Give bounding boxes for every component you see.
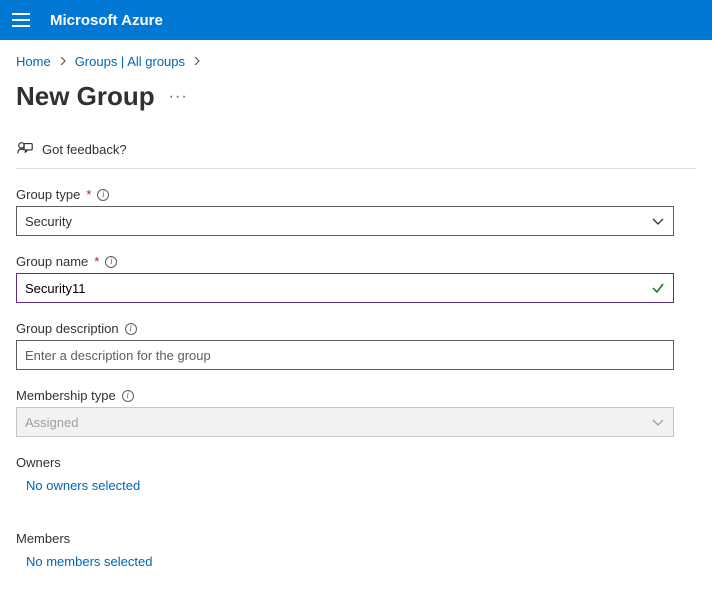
- hamburger-menu-icon[interactable]: [12, 13, 30, 27]
- members-link[interactable]: No members selected: [16, 554, 152, 569]
- breadcrumb-home[interactable]: Home: [16, 54, 51, 69]
- feedback-button[interactable]: Got feedback?: [16, 140, 696, 169]
- owners-link[interactable]: No owners selected: [16, 478, 140, 493]
- owners-heading: Owners: [16, 455, 696, 470]
- group-description-label: Group description: [16, 321, 119, 336]
- membership-type-label: Membership type: [16, 388, 116, 403]
- chevron-right-icon: [193, 56, 201, 68]
- group-description-input-wrapper: [16, 340, 674, 370]
- members-heading: Members: [16, 531, 696, 546]
- new-group-form: Group type * i Security Group name * i: [16, 187, 696, 589]
- brand-label[interactable]: Microsoft Azure: [50, 12, 163, 29]
- title-row: New Group ···: [16, 81, 696, 112]
- more-actions-button[interactable]: ···: [169, 88, 188, 106]
- group-name-input-wrapper: [16, 273, 674, 303]
- group-type-select[interactable]: Security: [16, 206, 674, 236]
- group-description-input[interactable]: [25, 341, 665, 369]
- azure-topbar: Microsoft Azure: [0, 0, 712, 40]
- required-indicator: *: [86, 187, 91, 202]
- chevron-down-icon: [651, 214, 665, 228]
- info-icon[interactable]: i: [105, 256, 117, 268]
- info-icon[interactable]: i: [125, 323, 137, 335]
- chevron-down-icon: [651, 415, 665, 429]
- field-membership-type: Membership type i Assigned: [16, 388, 696, 437]
- group-type-label: Group type: [16, 187, 80, 202]
- membership-type-value: Assigned: [25, 415, 78, 430]
- group-name-label: Group name: [16, 254, 88, 269]
- owners-section: Owners No owners selected: [16, 455, 696, 513]
- page-title: New Group: [16, 81, 155, 112]
- field-group-type: Group type * i Security: [16, 187, 696, 236]
- chevron-right-icon: [59, 56, 67, 68]
- info-icon[interactable]: i: [97, 189, 109, 201]
- field-group-name: Group name * i: [16, 254, 696, 303]
- members-section: Members No members selected: [16, 531, 696, 589]
- breadcrumb-groups[interactable]: Groups | All groups: [75, 54, 185, 69]
- membership-type-select: Assigned: [16, 407, 674, 437]
- group-type-value: Security: [25, 214, 72, 229]
- info-icon[interactable]: i: [122, 390, 134, 402]
- checkmark-icon: [651, 281, 665, 295]
- group-name-input[interactable]: [25, 274, 651, 302]
- feedback-icon: [16, 140, 34, 158]
- required-indicator: *: [94, 254, 99, 269]
- field-group-description: Group description i: [16, 321, 696, 370]
- breadcrumb: Home Groups | All groups: [16, 50, 696, 77]
- feedback-label: Got feedback?: [42, 142, 127, 157]
